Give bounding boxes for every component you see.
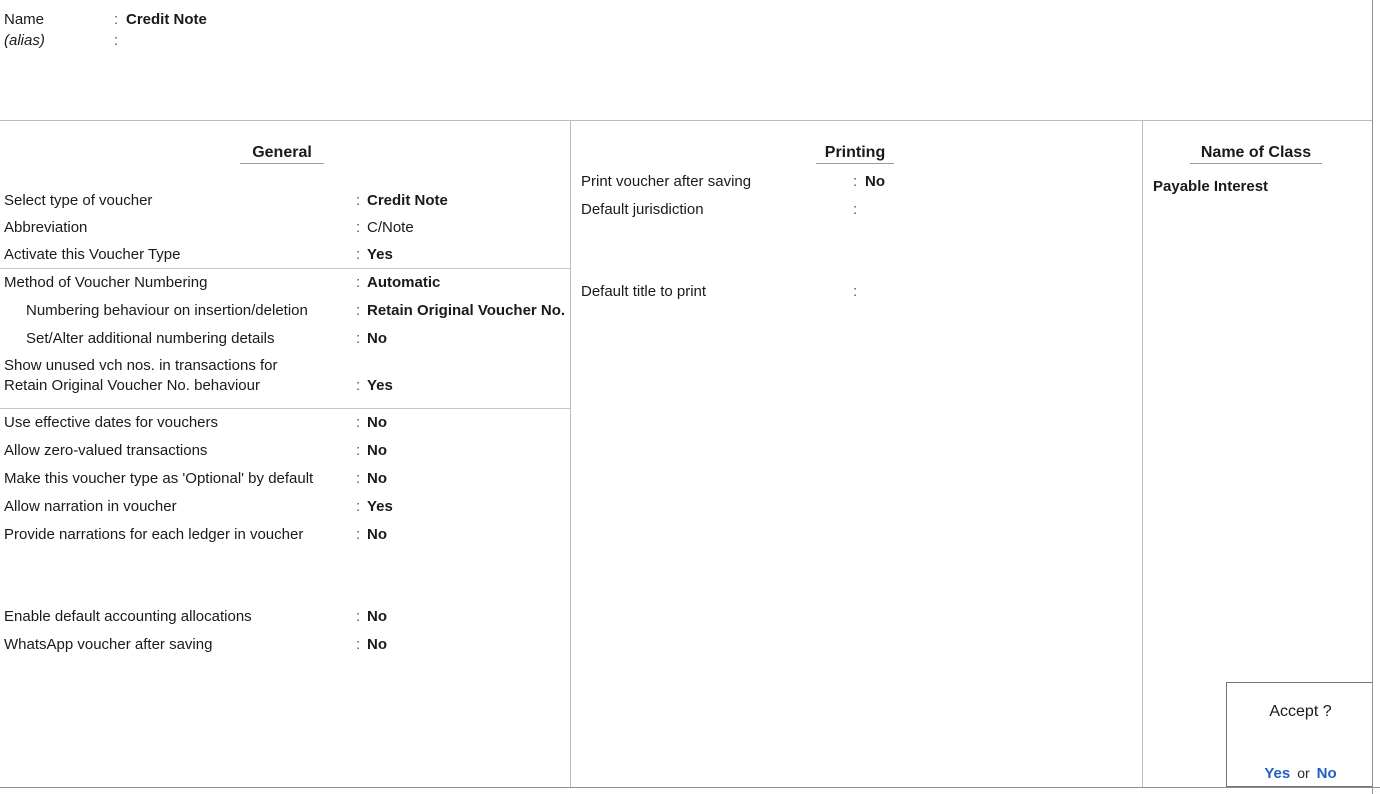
field-value[interactable]: No: [367, 411, 387, 435]
general-section-heading: General: [240, 144, 324, 164]
field-value[interactable]: Yes: [367, 495, 393, 519]
field-allow-zero-valued-transactions[interactable]: Allow zero-valued transactions : No: [4, 439, 564, 463]
field-label-line1: Show unused vch nos. in transactions for: [4, 357, 278, 374]
field-value[interactable]: No: [367, 633, 387, 657]
field-default-jurisdiction[interactable]: Default jurisdiction :: [581, 198, 1131, 222]
field-colon: :: [853, 201, 858, 218]
accept-dialog-title: Accept ?: [1269, 703, 1332, 720]
field-method-of-voucher-numbering[interactable]: Method of Voucher Numbering : Automatic: [4, 271, 564, 295]
field-numbering-behaviour-on-insertion-deletion[interactable]: Numbering behaviour on insertion/deletio…: [4, 299, 565, 323]
field-label: Print voucher after saving: [581, 173, 752, 190]
field-enable-default-accounting-allocations[interactable]: Enable default accounting allocations : …: [4, 605, 564, 629]
field-colon: :: [356, 636, 361, 653]
alias-label: (alias): [4, 32, 45, 49]
name-of-class-section-heading: Name of Class: [1190, 144, 1322, 164]
field-colon: :: [356, 377, 361, 394]
field-label: Select type of voucher: [4, 192, 153, 209]
field-colon: :: [356, 442, 361, 459]
field-default-title-to-print[interactable]: Default title to print :: [581, 280, 1131, 304]
field-allow-narration-in-voucher[interactable]: Allow narration in voucher : Yes: [4, 495, 564, 519]
field-colon: :: [356, 192, 361, 209]
field-colon: :: [356, 330, 361, 347]
field-colon: :: [356, 608, 361, 625]
field-value[interactable]: No: [367, 327, 387, 351]
general-separator-1: [0, 268, 570, 269]
field-colon: :: [853, 283, 858, 300]
field-label: Allow zero-valued transactions: [4, 442, 208, 459]
accept-or-label: or: [1297, 765, 1310, 781]
field-colon: :: [356, 219, 361, 236]
field-use-effective-dates-for-vouchers[interactable]: Use effective dates for vouchers : No: [4, 411, 564, 435]
field-value[interactable]: No: [367, 467, 387, 491]
field-label: Set/Alter additional numbering details: [26, 330, 275, 347]
accept-no-button[interactable]: No: [1317, 765, 1337, 782]
field-label: Activate this Voucher Type: [4, 246, 181, 263]
alias-colon: :: [114, 32, 119, 49]
field-colon: :: [356, 302, 361, 319]
field-value[interactable]: Automatic: [367, 271, 440, 295]
field-value[interactable]: No: [367, 605, 387, 629]
name-value[interactable]: Credit Note: [126, 10, 207, 30]
field-label: Use effective dates for vouchers: [4, 414, 218, 431]
field-label: Make this voucher type as 'Optional' by …: [4, 470, 314, 487]
field-make-this-voucher-type-optional-by-default[interactable]: Make this voucher type as 'Optional' by …: [4, 467, 564, 491]
field-colon: :: [356, 274, 361, 291]
general-separator-2: [0, 408, 570, 409]
field-value[interactable]: C/Note: [367, 216, 414, 240]
field-whatsapp-voucher-after-saving[interactable]: WhatsApp voucher after saving : No: [4, 633, 564, 657]
field-label: Enable default accounting allocations: [4, 608, 252, 625]
field-value[interactable]: Yes: [367, 243, 393, 267]
field-label: Allow narration in voucher: [4, 498, 177, 515]
field-value[interactable]: No: [865, 170, 885, 194]
field-label: WhatsApp voucher after saving: [4, 636, 213, 653]
field-label: Default title to print: [581, 283, 707, 300]
field-print-voucher-after-saving[interactable]: Print voucher after saving : No: [581, 170, 1131, 194]
accept-yes-button[interactable]: Yes: [1264, 765, 1290, 782]
field-show-unused-vch-nos[interactable]: Show unused vch nos. in transactions for…: [4, 355, 564, 399]
field-colon: :: [356, 498, 361, 515]
field-label: Numbering behaviour on insertion/deletio…: [26, 302, 308, 319]
name-colon: :: [114, 11, 119, 28]
field-colon: :: [356, 414, 361, 431]
field-colon: :: [356, 526, 361, 543]
field-provide-narrations-for-each-ledger-in-voucher[interactable]: Provide narrations for each ledger in vo…: [4, 523, 564, 547]
name-label: Name: [4, 11, 45, 28]
field-value[interactable]: No: [367, 439, 387, 463]
title-block: Name : Credit Note (alias) :: [0, 0, 1373, 120]
field-label: Default jurisdiction: [581, 201, 704, 218]
header-divider: [0, 120, 1373, 121]
field-select-type-of-voucher[interactable]: Select type of voucher : Credit Note: [4, 189, 564, 213]
window-bottom-edge: [0, 787, 1380, 788]
field-value[interactable]: No: [367, 523, 387, 547]
field-label: Method of Voucher Numbering: [4, 274, 208, 291]
field-abbreviation[interactable]: Abbreviation : C/Note: [4, 216, 564, 240]
field-activate-this-voucher-type[interactable]: Activate this Voucher Type : Yes: [4, 243, 564, 267]
field-colon: :: [356, 246, 361, 263]
field-label-line2: Retain Original Voucher No. behaviour: [4, 377, 260, 394]
field-value[interactable]: Retain Original Voucher No.: [367, 299, 565, 323]
printing-section-heading: Printing: [816, 144, 894, 164]
field-colon: :: [853, 173, 858, 190]
field-value[interactable]: Yes: [367, 375, 393, 396]
field-value[interactable]: Credit Note: [367, 189, 448, 213]
class-list-item-payable-interest[interactable]: Payable Interest: [1153, 176, 1268, 198]
general-printing-divider: [570, 121, 571, 787]
voucher-type-alteration-screen: Name : Credit Note (alias) : General Pri…: [0, 0, 1380, 794]
accept-dialog-choices: Yes or No: [1227, 765, 1374, 782]
window-right-edge: [1372, 0, 1373, 794]
accept-confirmation-dialog: Accept ? Yes or No: [1226, 682, 1373, 787]
printing-class-divider: [1142, 121, 1143, 787]
field-set-alter-additional-numbering-details[interactable]: Set/Alter additional numbering details :…: [4, 327, 564, 351]
field-colon: :: [356, 470, 361, 487]
field-label: Abbreviation: [4, 219, 88, 236]
field-label: Provide narrations for each ledger in vo…: [4, 526, 304, 543]
